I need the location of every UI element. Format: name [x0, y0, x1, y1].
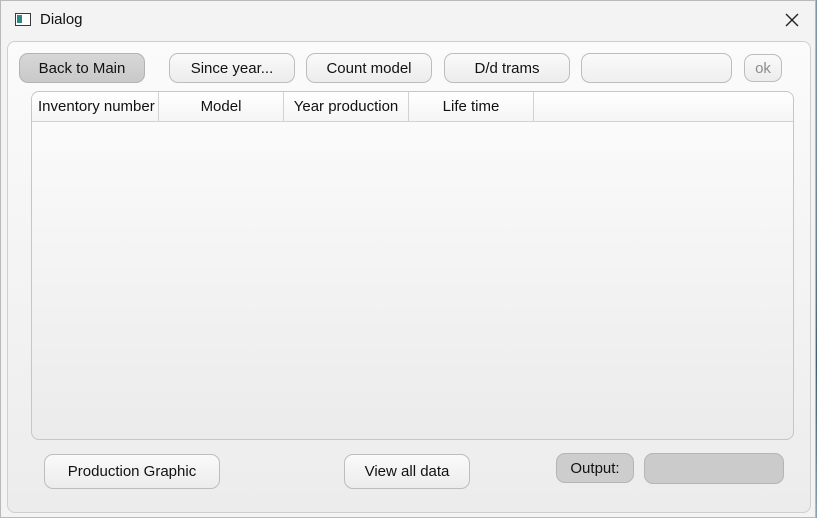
table-header: Inventory number Model Year production L… — [32, 92, 793, 122]
window-title: Dialog — [40, 11, 83, 28]
count-model-button[interactable]: Count model — [306, 53, 432, 83]
app-window-icon — [15, 13, 31, 26]
column-header-model[interactable]: Model — [159, 92, 284, 121]
back-to-main-button[interactable]: Back to Main — [19, 53, 145, 83]
column-header-year-production[interactable]: Year production — [284, 92, 409, 121]
column-header-life-time[interactable]: Life time — [409, 92, 534, 121]
column-header-inventory-number[interactable]: Inventory number — [36, 92, 159, 121]
close-button[interactable] — [769, 1, 815, 39]
production-graphic-button[interactable]: Production Graphic — [44, 454, 220, 489]
output-label: Output: — [556, 453, 634, 483]
ok-button[interactable]: ok — [744, 54, 782, 82]
filter-input[interactable] — [581, 53, 732, 83]
output-field — [644, 453, 784, 484]
close-icon — [785, 13, 799, 27]
view-all-data-button[interactable]: View all data — [344, 454, 470, 489]
title-bar: Dialog — [1, 1, 815, 39]
since-year-button[interactable]: Since year... — [169, 53, 295, 83]
data-table[interactable]: Inventory number Model Year production L… — [31, 91, 794, 440]
dialog-window: Dialog Back to Main Since year... Count … — [0, 0, 816, 518]
dd-trams-button[interactable]: D/d trams — [444, 53, 570, 83]
